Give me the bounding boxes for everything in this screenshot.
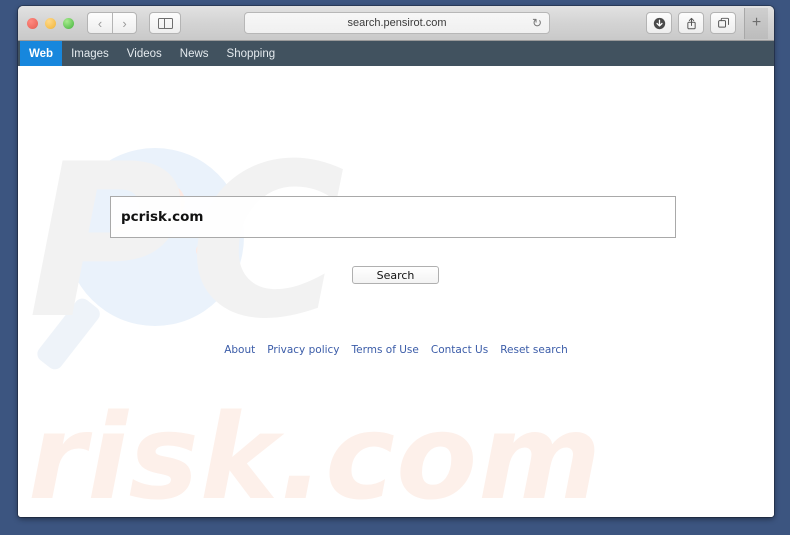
- nav-label: Images: [71, 47, 109, 60]
- plus-icon: +: [751, 14, 762, 31]
- footer-link-terms[interactable]: Terms of Use: [352, 344, 419, 356]
- nav-label: Web: [29, 47, 54, 60]
- back-button[interactable]: ‹: [87, 12, 112, 34]
- nav-item-web[interactable]: Web: [20, 41, 63, 66]
- toolbar-right-buttons: +: [646, 7, 770, 39]
- zoom-window-button[interactable]: [63, 17, 74, 29]
- browser-window: ‹ › search.pensirot.com ↻ + Web Images V…: [18, 6, 774, 517]
- watermark-pc: PC: [28, 118, 351, 365]
- download-icon: [653, 17, 665, 29]
- forward-button[interactable]: ›: [112, 12, 137, 34]
- nav-item-videos[interactable]: Videos: [118, 41, 171, 66]
- nav-label: Videos: [126, 47, 162, 60]
- window-controls: [27, 17, 74, 29]
- footer-link-about[interactable]: About: [224, 344, 255, 356]
- navigation-buttons: ‹ ›: [87, 12, 137, 34]
- footer-link-privacy[interactable]: Privacy policy: [267, 344, 339, 356]
- search-input-value: pcrisk.com: [121, 209, 204, 225]
- nav-item-images[interactable]: Images: [62, 41, 118, 66]
- close-window-button[interactable]: [27, 17, 38, 29]
- site-navigation-bar: Web Images Videos News Shopping: [18, 41, 774, 66]
- sidebar-icon: [157, 17, 173, 29]
- url-text: search.pensirot.com: [347, 17, 447, 29]
- watermark-risk: risk.com: [28, 388, 603, 517]
- address-bar[interactable]: search.pensirot.com ↻: [244, 12, 550, 34]
- browser-toolbar: ‹ › search.pensirot.com ↻ +: [18, 6, 774, 41]
- nav-label: News: [179, 47, 209, 60]
- chevron-left-icon: ‹: [97, 15, 103, 31]
- tabs-overview-icon: [717, 17, 729, 28]
- chevron-right-icon: ›: [122, 15, 127, 31]
- share-icon: [686, 17, 696, 29]
- reload-icon[interactable]: ↻: [532, 17, 542, 29]
- footer-link-reset-search[interactable]: Reset search: [500, 344, 568, 356]
- share-button[interactable]: [678, 12, 704, 34]
- nav-item-shopping[interactable]: Shopping: [218, 41, 285, 66]
- minimize-window-button[interactable]: [45, 17, 56, 29]
- search-button[interactable]: Search: [352, 266, 439, 284]
- downloads-button[interactable]: [646, 12, 672, 34]
- footer-link-contact[interactable]: Contact Us: [431, 344, 488, 356]
- new-tab-button[interactable]: +: [744, 7, 768, 39]
- nav-item-news[interactable]: News: [171, 41, 218, 66]
- search-input[interactable]: pcrisk.com: [110, 196, 676, 238]
- sidebar-toggle-button[interactable]: [149, 12, 181, 34]
- tabs-overview-button[interactable]: [710, 12, 736, 34]
- page-content: PC risk.com pcrisk.com Search About Priv…: [18, 66, 774, 517]
- search-button-label: Search: [376, 268, 415, 282]
- nav-label: Shopping: [226, 47, 276, 60]
- footer-links: About Privacy policy Terms of Use Contac…: [18, 344, 774, 356]
